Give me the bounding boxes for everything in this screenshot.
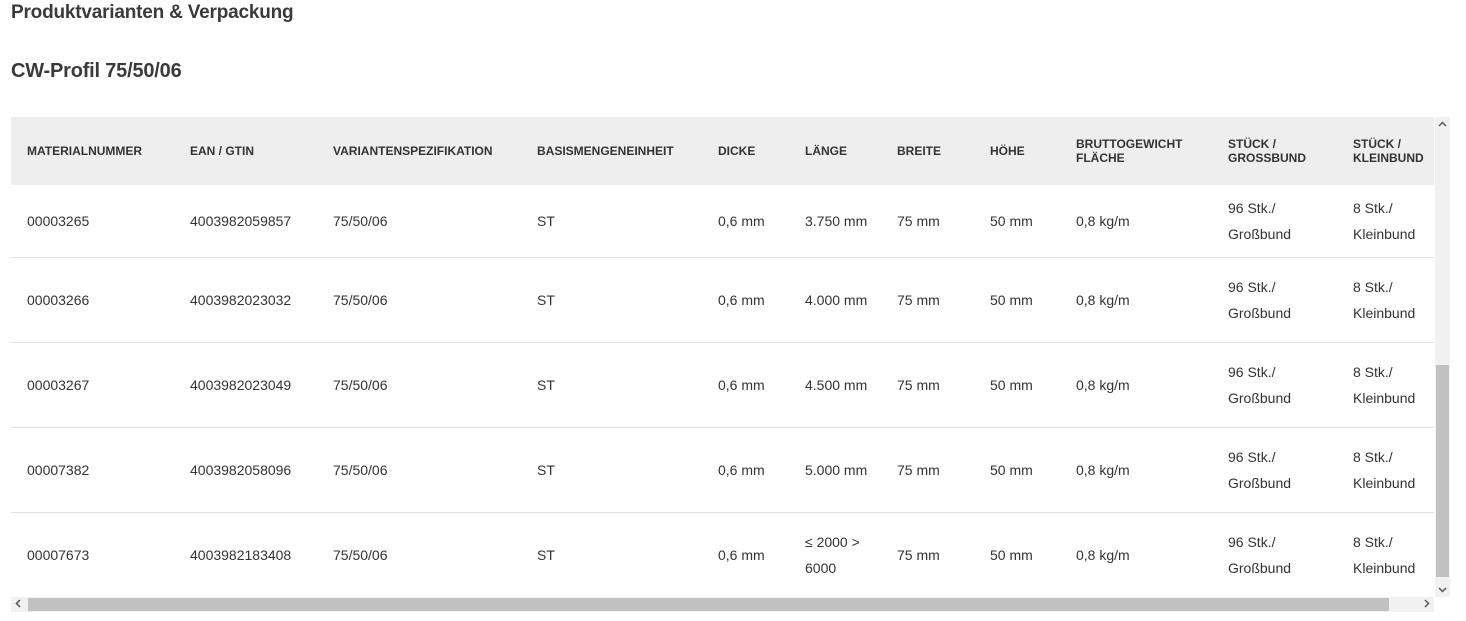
cell-basismengeneinheit: ST bbox=[537, 546, 555, 563]
vertical-scrollbar[interactable] bbox=[1435, 117, 1450, 597]
cell-materialnummer: 00003265 bbox=[27, 212, 90, 229]
cell-stueck-kleinbund: 8 Stk./ Kleinbund bbox=[1353, 533, 1416, 576]
cell-stueck-kleinbund: 8 Stk./ Kleinbund bbox=[1353, 278, 1416, 321]
cell-hoehe: 50 mm bbox=[990, 291, 1033, 308]
horizontal-scrollbar-thumb[interactable] bbox=[28, 598, 1389, 611]
cell-bruttogewicht: 0,8 kg/m bbox=[1076, 291, 1130, 308]
cell-variantenspezifikation: 75/50/06 bbox=[333, 212, 388, 229]
column-header-basismengeneinheit[interactable]: BASISMENGENEINHEIT bbox=[521, 117, 702, 185]
cell-ean-gtin: 4003982023032 bbox=[190, 291, 292, 308]
table-row: 00003267 4003982023049 75/50/06 ST 0,6 mm 4.5… bbox=[11, 342, 1434, 427]
column-header-materialnummer[interactable]: MATERIALNUMMER bbox=[11, 117, 174, 185]
vertical-scrollbar-thumb[interactable] bbox=[1436, 365, 1449, 577]
cell-basismengeneinheit: ST bbox=[537, 376, 555, 393]
product-title: CW-Profil 75/50/06 bbox=[11, 60, 182, 82]
cell-breite: 75 mm bbox=[897, 376, 940, 393]
cell-bruttogewicht: 0,8 kg/m bbox=[1076, 212, 1130, 229]
cell-variantenspezifikation: 75/50/06 bbox=[333, 461, 388, 478]
cell-dicke: 0,6 mm bbox=[718, 212, 765, 229]
table-row: 00003265 4003982059857 75/50/06 ST 0,6 mm 3.7… bbox=[11, 185, 1434, 257]
cell-materialnummer: 00007382 bbox=[27, 461, 90, 478]
cell-laenge: 5.000 mm bbox=[805, 461, 868, 478]
variants-table: MATERIALNUMMER EAN / GTIN VARIANTENSPEZI… bbox=[11, 117, 1434, 597]
table-row: 00007382 4003982058096 75/50/06 ST 0,6 mm 5.0… bbox=[11, 427, 1434, 512]
cell-ean-gtin: 4003982058096 bbox=[190, 461, 292, 478]
column-header-variantenspezifikation[interactable]: VARIANTENSPEZIFIKATION bbox=[317, 117, 521, 185]
table-row: 00003266 4003982023032 75/50/06 ST 0,6 mm 4.0… bbox=[11, 257, 1434, 342]
horizontal-scrollbar[interactable] bbox=[11, 597, 1434, 612]
cell-stueck-kleinbund: 8 Stk./ Kleinbund bbox=[1353, 448, 1416, 491]
cell-laenge: 3.750 mm bbox=[805, 212, 868, 229]
cell-dicke: 0,6 mm bbox=[718, 291, 765, 308]
cell-hoehe: 50 mm bbox=[990, 212, 1033, 229]
cell-hoehe: 50 mm bbox=[990, 461, 1033, 478]
chevron-down-icon[interactable] bbox=[1435, 583, 1450, 597]
table-row: 00007673 4003982183408 75/50/06 ST 0,6 mm ≤ 2… bbox=[11, 512, 1434, 597]
cell-stueck-grossbund: 96 Stk./ Großbund bbox=[1228, 199, 1292, 242]
cell-basismengeneinheit: ST bbox=[537, 212, 555, 229]
column-header-stueck-grossbund[interactable]: STÜCK / GROSSBUND bbox=[1212, 117, 1337, 185]
column-header-ean-gtin[interactable]: EAN / GTIN bbox=[174, 117, 317, 185]
cell-variantenspezifikation: 75/50/06 bbox=[333, 376, 388, 393]
chevron-right-icon[interactable] bbox=[1420, 597, 1434, 612]
cell-dicke: 0,6 mm bbox=[718, 546, 765, 563]
cell-materialnummer: 00003267 bbox=[27, 376, 90, 393]
chevron-left-icon[interactable] bbox=[11, 597, 25, 612]
cell-hoehe: 50 mm bbox=[990, 376, 1033, 393]
cell-variantenspezifikation: 75/50/06 bbox=[333, 291, 388, 308]
table-body: 00003265 4003982059857 75/50/06 ST 0,6 mm 3.7… bbox=[11, 185, 1434, 597]
cell-stueck-grossbund: 96 Stk./ Großbund bbox=[1228, 448, 1292, 491]
cell-ean-gtin: 4003982023049 bbox=[190, 376, 292, 393]
cell-stueck-grossbund: 96 Stk./ Großbund bbox=[1228, 363, 1292, 406]
cell-materialnummer: 00007673 bbox=[27, 546, 90, 563]
cell-bruttogewicht: 0,8 kg/m bbox=[1076, 376, 1130, 393]
column-header-breite[interactable]: BREITE bbox=[881, 117, 974, 185]
cell-stueck-kleinbund: 8 Stk./ Kleinbund bbox=[1353, 363, 1416, 406]
cell-bruttogewicht: 0,8 kg/m bbox=[1076, 546, 1130, 563]
cell-stueck-grossbund: 96 Stk./ Großbund bbox=[1228, 533, 1292, 576]
cell-laenge: ≤ 2000 > 6000 bbox=[805, 533, 860, 576]
cell-stueck-kleinbund: 8 Stk./ Kleinbund bbox=[1353, 199, 1416, 242]
section-title: Produktvarianten & Verpackung bbox=[11, 2, 294, 23]
variants-table-container[interactable]: MATERIALNUMMER EAN / GTIN VARIANTENSPEZI… bbox=[11, 117, 1434, 597]
cell-laenge: 4.000 mm bbox=[805, 291, 868, 308]
cell-materialnummer: 00003266 bbox=[27, 291, 90, 308]
table-header-row: MATERIALNUMMER EAN / GTIN VARIANTENSPEZI… bbox=[11, 117, 1434, 185]
cell-breite: 75 mm bbox=[897, 291, 940, 308]
cell-basismengeneinheit: ST bbox=[537, 291, 555, 308]
column-header-stueck-kleinbund[interactable]: STÜCK / KLEINBUND bbox=[1337, 117, 1434, 185]
cell-hoehe: 50 mm bbox=[990, 546, 1033, 563]
cell-laenge: 4.500 mm bbox=[805, 376, 868, 393]
cell-dicke: 0,6 mm bbox=[718, 376, 765, 393]
cell-basismengeneinheit: ST bbox=[537, 461, 555, 478]
column-header-bruttogewicht[interactable]: BRUTTOGEWICHT FLÄCHE bbox=[1060, 117, 1212, 185]
cell-stueck-grossbund: 96 Stk./ Großbund bbox=[1228, 278, 1292, 321]
cell-ean-gtin: 4003982059857 bbox=[190, 212, 292, 229]
chevron-up-icon[interactable] bbox=[1435, 117, 1450, 131]
cell-breite: 75 mm bbox=[897, 212, 940, 229]
cell-dicke: 0,6 mm bbox=[718, 461, 765, 478]
column-header-dicke[interactable]: DICKE bbox=[702, 117, 789, 185]
column-header-hoehe[interactable]: HÖHE bbox=[974, 117, 1060, 185]
column-header-laenge[interactable]: LÄNGE bbox=[789, 117, 881, 185]
cell-bruttogewicht: 0,8 kg/m bbox=[1076, 461, 1130, 478]
cell-breite: 75 mm bbox=[897, 546, 940, 563]
cell-ean-gtin: 4003982183408 bbox=[190, 546, 292, 563]
cell-variantenspezifikation: 75/50/06 bbox=[333, 546, 388, 563]
cell-breite: 75 mm bbox=[897, 461, 940, 478]
